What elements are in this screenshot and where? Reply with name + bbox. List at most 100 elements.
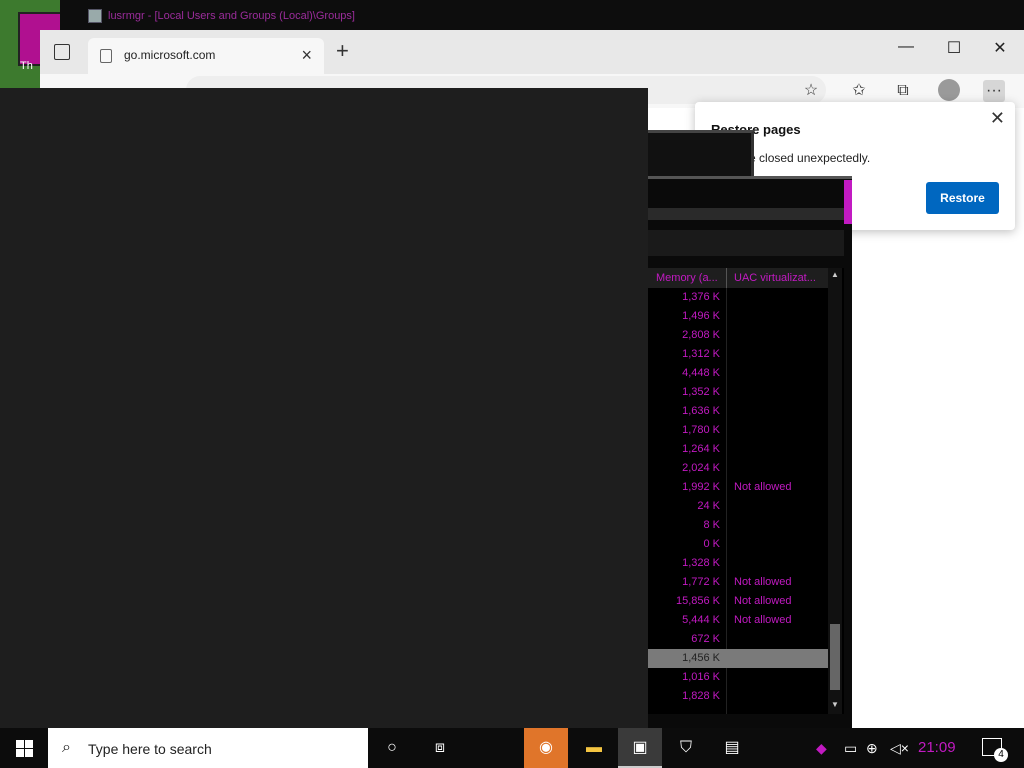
tab-close-icon[interactable]: × [301, 45, 312, 66]
table-row[interactable]: 1,312 K [648, 345, 828, 364]
users-app-icon[interactable]: ▤ [710, 728, 754, 768]
table-row[interactable]: 1,636 K [648, 402, 828, 421]
desktop-icon-label: Th [20, 60, 33, 72]
lusrmgr-window-title: lusrmgr - [Local Users and Groups (Local… [108, 10, 355, 22]
task-manager-window: Memory (a... UAC virtualizat... 1,376 K 1… [648, 130, 854, 728]
file-explorer-icon[interactable]: ▬ [572, 728, 616, 768]
memory-cell: 4,448 K [682, 367, 720, 379]
vertical-scrollbar[interactable]: ▲ ▼ [828, 268, 842, 714]
memory-cell: 1,456 K [682, 652, 720, 664]
table-row[interactable]: 1,264 K [648, 440, 828, 459]
memory-cell: 8 K [703, 519, 720, 531]
start-button[interactable] [0, 728, 48, 768]
more-options-icon[interactable]: ··· [983, 80, 1005, 102]
restore-button[interactable]: Restore [926, 182, 999, 214]
table-row[interactable]: 1,992 K Not allowed [648, 478, 828, 497]
computer-management-icon[interactable]: ▣ [618, 728, 662, 768]
profile-avatar[interactable] [938, 79, 960, 101]
tab-actions-icon[interactable] [54, 44, 70, 60]
users-icon [88, 9, 102, 23]
memory-cell: 1,772 K [682, 576, 720, 588]
task-manager-toolbar [648, 230, 844, 256]
table-row[interactable]: 1,352 K [648, 383, 828, 402]
table-row[interactable]: 0 K [648, 535, 828, 554]
column-header-memory[interactable]: Memory (a... [656, 272, 718, 284]
memory-cell: 1,352 K [682, 386, 720, 398]
memory-cell: 1,264 K [682, 443, 720, 455]
collections-icon[interactable]: ⧉ [892, 80, 914, 102]
memory-cell: 2,024 K [682, 462, 720, 474]
device-icon[interactable]: ▭ [844, 728, 857, 768]
memory-cell: 5,444 K [682, 614, 720, 626]
task-view-icon[interactable]: ⧈ [418, 728, 462, 768]
table-row[interactable]: 672 K [648, 630, 828, 649]
memory-cell: 15,856 K [675, 595, 720, 607]
page-icon [100, 49, 112, 63]
volume-muted-icon[interactable]: ◁× [890, 728, 909, 768]
memory-cell: 0 K [703, 538, 720, 550]
task-manager-tabs[interactable] [648, 208, 844, 220]
tab-title: go.microsoft.com [124, 48, 216, 62]
tab-go-microsoft[interactable]: go.microsoft.com × [88, 38, 324, 74]
redacted-region [0, 88, 648, 728]
search-placeholder: Type here to search [88, 741, 212, 757]
security-shield-icon[interactable]: ⛉ [664, 728, 708, 768]
scroll-down-icon[interactable]: ▼ [830, 700, 840, 709]
memory-cell: 1,016 K [682, 671, 720, 683]
table-header: Memory (a... UAC virtualizat... [648, 268, 828, 288]
table-row[interactable]: 1,828 K [648, 687, 828, 706]
table-row[interactable]: 1,456 K [648, 649, 828, 668]
table-row[interactable]: 24 K [648, 497, 828, 516]
memory-cell: 1,780 K [682, 424, 720, 436]
table-row[interactable]: 1,772 K Not allowed [648, 573, 828, 592]
memory-cell: 1,376 K [682, 291, 720, 303]
table-row[interactable]: 1,496 K [648, 307, 828, 326]
column-divider[interactable] [726, 268, 727, 288]
restore-popup-close-icon[interactable]: ✕ [990, 108, 1005, 129]
favorites-icon[interactable]: ✩ [848, 80, 870, 102]
search-icon: ⌕ [62, 739, 71, 756]
memory-cell: 1,636 K [682, 405, 720, 417]
memory-cell: 1,992 K [682, 481, 720, 493]
table-row[interactable]: 5,444 K Not allowed [648, 611, 828, 630]
cortana-icon[interactable]: ○ [370, 728, 414, 768]
table-row[interactable]: 8 K [648, 516, 828, 535]
uac-cell: Not allowed [734, 595, 792, 607]
uac-cell: Not allowed [734, 481, 792, 493]
uac-cell: Not allowed [734, 576, 792, 588]
memory-cell: 24 K [697, 500, 720, 512]
lusrmgr-window-titlebar[interactable]: lusrmgr - [Local Users and Groups (Local… [60, 0, 1024, 32]
memory-cell: 1,496 K [682, 310, 720, 322]
taskbar: ⌕ Type here to search ○ ⧈ ◉ ▬ ▣ ⛉ ▤ ◆ ▭ … [0, 728, 1024, 768]
add-favorite-icon[interactable]: ☆ [800, 80, 822, 102]
new-tab-button[interactable]: + [336, 40, 349, 62]
table-row[interactable]: 15,856 K Not allowed [648, 592, 828, 611]
window-accent [844, 180, 852, 224]
table-row[interactable]: 2,808 K [648, 326, 828, 345]
clock[interactable]: 21:09 [918, 728, 956, 768]
table-row[interactable]: 1,328 K [648, 554, 828, 573]
maximize-icon[interactable]: ☐ [944, 38, 964, 58]
close-window-icon[interactable]: ✕ [990, 38, 1010, 58]
tab-strip: go.microsoft.com × + — ☐ ✕ [40, 30, 1024, 74]
minimize-icon[interactable]: — [896, 38, 916, 56]
memory-cell: 2,808 K [682, 329, 720, 341]
table-row[interactable]: 4,448 K [648, 364, 828, 383]
uac-cell: Not allowed [734, 614, 792, 626]
memory-cell: 1,328 K [682, 557, 720, 569]
process-table: Memory (a... UAC virtualizat... 1,376 K 1… [648, 268, 844, 714]
column-header-uac[interactable]: UAC virtualizat... [734, 272, 816, 284]
search-box[interactable]: ⌕ Type here to search [48, 728, 368, 768]
network-globe-icon[interactable]: ⊕ [866, 728, 878, 768]
table-row[interactable]: 1,016 K [648, 668, 828, 687]
tray-app-icon[interactable]: ◆ [816, 728, 827, 768]
notification-count-badge: 4 [994, 748, 1008, 762]
table-row[interactable]: 1,780 K [648, 421, 828, 440]
scroll-up-icon[interactable]: ▲ [830, 270, 840, 279]
table-row[interactable]: 1,376 K [648, 288, 828, 307]
memory-cell: 672 K [691, 633, 720, 645]
edge-app-icon[interactable]: ◉ [524, 728, 568, 768]
scrollbar-thumb[interactable] [830, 624, 840, 690]
memory-cell: 1,828 K [682, 690, 720, 702]
table-row[interactable]: 2,024 K [648, 459, 828, 478]
